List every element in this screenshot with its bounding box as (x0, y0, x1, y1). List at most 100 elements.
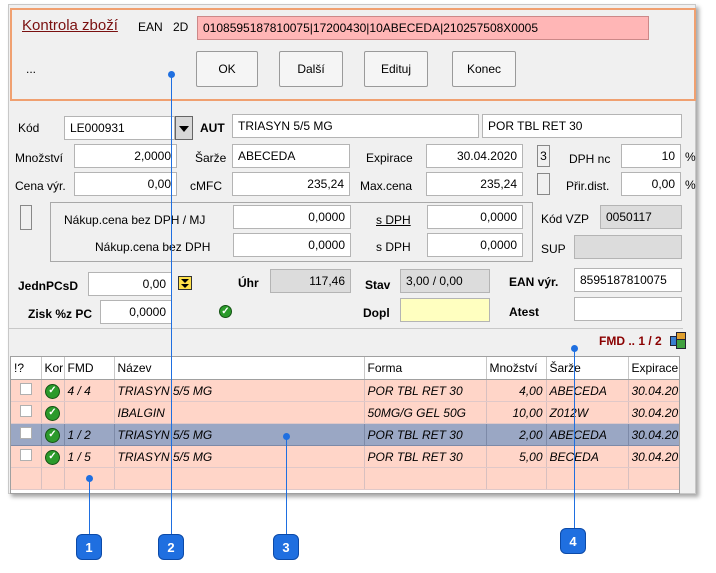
cell-sarze: ABECEDA (546, 423, 629, 446)
ok-button[interactable]: OK (196, 51, 258, 87)
check-icon: ✓ (45, 406, 60, 421)
edit-button[interactable]: Edituj (364, 51, 428, 87)
callout-dot-1 (86, 475, 93, 482)
expirace-field[interactable]: 30.04.2020 (426, 144, 523, 168)
boxes-icon[interactable] (670, 332, 686, 349)
nakup-label: Nákup.cena bez DPH (95, 240, 211, 254)
s-dph-field-2[interactable]: 0,0000 (427, 233, 523, 257)
cena-vyr-field[interactable]: 0,00 (74, 172, 177, 196)
callout-2: 2 (158, 534, 184, 560)
zisk-label: Zisk %z PC (28, 307, 93, 321)
cell-forma: POR TBL RET 30 (364, 423, 487, 446)
nakup-field[interactable]: 0,0000 (233, 233, 351, 257)
cell-mnozstvi: 4,00 (486, 379, 547, 402)
expirace-box[interactable]: 3 (537, 145, 550, 167)
check-icon: ✓ (45, 384, 60, 399)
ean-2d-label: 2D (173, 20, 189, 34)
max-cena-field[interactable]: 235,24 (426, 172, 523, 196)
col-header-expirace[interactable]: Expirace (628, 357, 679, 380)
ellipsis-text: ... (26, 62, 37, 76)
double-chevron-icon[interactable] (178, 276, 192, 290)
sarze-field[interactable]: ABECEDA (232, 144, 350, 168)
ean-vyr-field[interactable]: 8595187810075 (574, 268, 682, 292)
end-button[interactable]: Konec (452, 51, 516, 87)
next-button[interactable]: Další (279, 51, 343, 87)
check-icon: ✓ (45, 428, 60, 443)
jedn-field[interactable]: 0,00 (88, 272, 172, 296)
kod-combo[interactable]: LE000931 (64, 116, 175, 140)
cell-forma: POR TBL RET 30 (364, 445, 487, 468)
table-row[interactable]: ✓ 1 / 5 TRIASYN 5/5 MG POR TBL RET 30 5,… (11, 445, 679, 468)
kod-label: Kód (18, 121, 40, 135)
check-icon: ✓ (45, 450, 60, 465)
col-header-warning[interactable]: !? (11, 357, 42, 380)
s-dph-label-1[interactable]: s DPH (376, 213, 411, 227)
aut-label: AUT (200, 121, 225, 135)
col-header-sarze[interactable]: Šarže (546, 357, 629, 380)
table-row[interactable]: ✓ IBALGIN 50MG/G GEL 50G 10,00 Z012W 30.… (11, 401, 679, 424)
zisk-field[interactable]: 0,0000 (100, 300, 172, 324)
kod-dropdown-button[interactable] (175, 116, 193, 140)
prir-dist-field[interactable]: 0,00 (621, 172, 681, 196)
dph-nc-field[interactable]: 10 (621, 144, 681, 168)
dopl-label: Dopl (363, 306, 390, 320)
callout-line-3 (286, 436, 287, 536)
ean-vyr-label: EAN výr. (509, 275, 559, 289)
row-checkbox[interactable] (19, 427, 32, 439)
col-header-fmd[interactable]: FMD (64, 357, 115, 380)
cell-mnozstvi: 2,00 (486, 423, 547, 446)
col-header-forma[interactable]: Forma (364, 357, 487, 380)
cell-mnozstvi: 5,00 (486, 445, 547, 468)
sup-field (574, 235, 682, 259)
callout-line-1 (89, 478, 90, 536)
table-row[interactable]: ✓ 4 / 4 TRIASYN 5/5 MG POR TBL RET 30 4,… (11, 379, 679, 402)
cell-sarze: ABECEDA (546, 379, 629, 402)
cell-expirace: 30.04.20 (628, 423, 679, 446)
prir-dist-label: Přir.dist. (566, 179, 610, 193)
col-header-mnozstvi[interactable]: Množství (486, 357, 547, 380)
jedn-label: JednPCsD (18, 279, 79, 293)
cell-mnozstvi: 10,00 (486, 401, 547, 424)
form-field[interactable]: POR TBL RET 30 (482, 114, 682, 138)
ean-label: EAN (138, 20, 163, 34)
items-grid: !? Kor FMD Název Forma Množství Šarže Ex… (10, 356, 680, 494)
col-header-nazev[interactable]: Název (114, 357, 365, 380)
sarze-label: Šarže (195, 151, 227, 165)
col-header-kor[interactable]: Kor (41, 357, 65, 380)
max-cena-box[interactable] (537, 173, 550, 195)
callout-3: 3 (273, 534, 299, 560)
name-field[interactable]: TRIASYN 5/5 MG (232, 114, 479, 138)
s-dph-label-2: s DPH (376, 240, 411, 254)
callout-dot-4 (571, 345, 578, 352)
cell-fmd: 1 / 2 (64, 423, 115, 446)
max-cena-label: Max.cena (360, 179, 413, 193)
purchase-side-box[interactable] (20, 205, 32, 230)
row-checkbox[interactable] (19, 383, 32, 395)
table-row-selected[interactable]: ✓ 1 / 2 TRIASYN 5/5 MG POR TBL RET 30 2,… (11, 423, 679, 446)
callout-line-2 (171, 74, 172, 536)
cmfc-label: cMFC (190, 179, 222, 193)
chevron-down-icon (179, 126, 189, 132)
dopl-field[interactable] (400, 298, 490, 322)
grid-header-row: !? Kor FMD Název Forma Množství Šarže Ex… (11, 357, 679, 380)
kod-vzp-label: Kód VZP (541, 212, 590, 226)
s-dph-field-1[interactable]: 0,0000 (427, 205, 523, 229)
row-checkbox[interactable] (19, 405, 32, 417)
dialog-title: Kontrola zboží (22, 17, 118, 34)
ean-input[interactable]: 0108595187810075|17200430|10ABECEDA|2102… (197, 16, 649, 40)
percent-label-1: % (685, 150, 696, 164)
cmfc-field[interactable]: 235,24 (232, 172, 350, 196)
cell-nazev: TRIASYN 5/5 MG (114, 445, 365, 468)
row-checkbox[interactable] (19, 449, 32, 461)
nakup-mj-field[interactable]: 0,0000 (233, 205, 351, 229)
atest-field[interactable] (574, 297, 682, 321)
kod-vzp-field: 0050117 (600, 205, 682, 229)
callout-4: 4 (560, 528, 586, 554)
cell-expirace: 30.04.20 (628, 445, 679, 468)
cell-expirace: 30.04.20 (628, 401, 679, 424)
mnozstvi-field[interactable]: 2,0000 (74, 144, 177, 168)
percent-label-2: % (685, 178, 696, 192)
table-row-empty[interactable] (11, 467, 679, 490)
nakup-mj-label: Nákup.cena bez DPH / MJ (64, 213, 206, 227)
mnozstvi-label: Množství (15, 151, 64, 165)
